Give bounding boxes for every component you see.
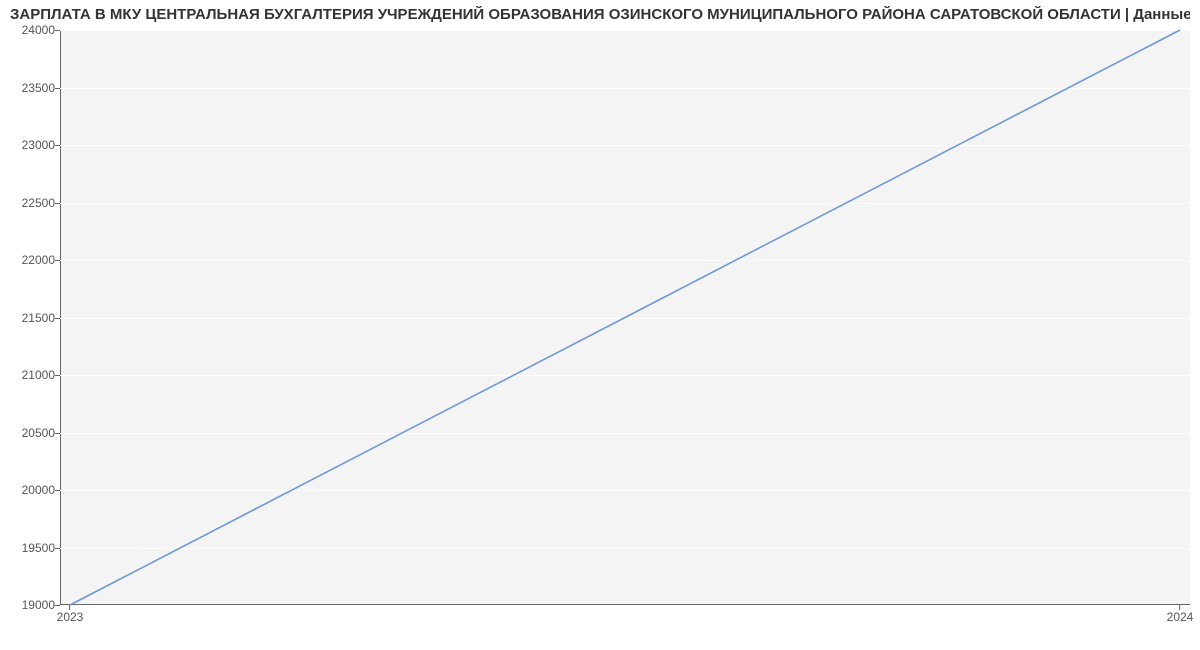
- y-tick: 21500: [0, 311, 55, 325]
- y-tick: 19500: [0, 541, 55, 555]
- chart-title: ЗАРПЛАТА В МКУ ЦЕНТРАЛЬНАЯ БУХГАЛТЕРИЯ У…: [10, 6, 1190, 23]
- y-tick: 23000: [0, 138, 55, 152]
- y-tick: 19000: [0, 598, 55, 612]
- y-tick: 22500: [0, 196, 55, 210]
- x-tick: 2023: [57, 610, 84, 624]
- series-line: [70, 30, 1180, 605]
- y-tick: 20500: [0, 426, 55, 440]
- y-tick: 23500: [0, 81, 55, 95]
- x-tick: 2024: [1167, 610, 1194, 624]
- y-tick: 24000: [0, 23, 55, 37]
- y-tick: 22000: [0, 253, 55, 267]
- y-tick: 20000: [0, 483, 55, 497]
- chart-line-layer: [60, 30, 1190, 605]
- y-tick: 21000: [0, 368, 55, 382]
